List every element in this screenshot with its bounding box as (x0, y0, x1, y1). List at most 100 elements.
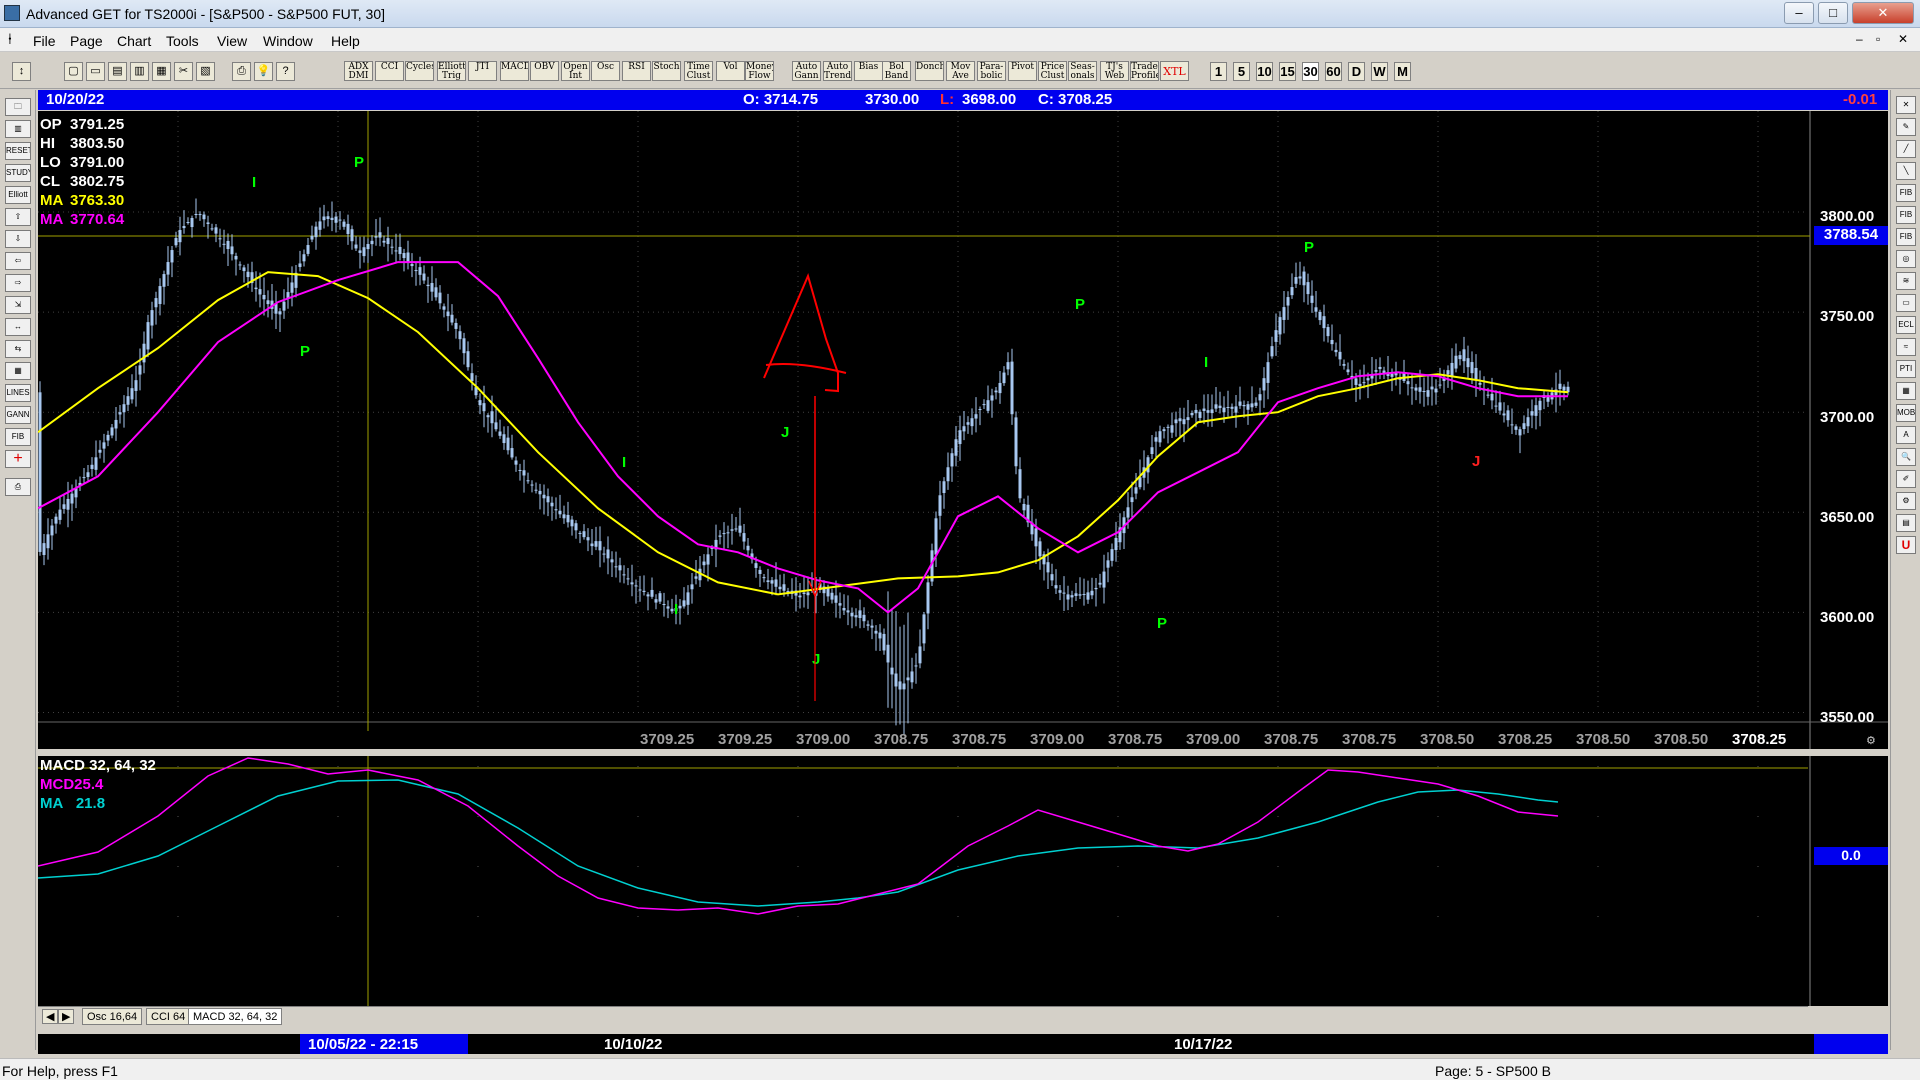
mob-icon[interactable]: MOB (1896, 404, 1916, 422)
toolbar-ind-6[interactable]: OBV (530, 61, 559, 81)
print-page-icon[interactable]: ⎙ (5, 478, 31, 496)
wave-icon[interactable]: ≈ (1896, 338, 1916, 356)
elliott-icon[interactable]: Elliott (5, 186, 31, 204)
mdi-restore-icon[interactable]: ▫ (1876, 32, 1880, 46)
magnify-icon[interactable]: 🔍 (1896, 448, 1916, 466)
tab-cci[interactable]: CCI 64 (146, 1008, 191, 1025)
eclips-icon[interactable]: ECL (1896, 316, 1916, 334)
save-icon[interactable]: ▤ (108, 62, 127, 81)
mdi-close-icon[interactable]: ✕ (1898, 32, 1908, 46)
maximize-button[interactable]: □ (1818, 2, 1848, 24)
menu-tools[interactable]: Tools (166, 33, 199, 49)
gann-icon[interactable]: GANN (5, 406, 31, 424)
grid2-icon[interactable]: ▦ (1896, 382, 1916, 400)
timeframe-10[interactable]: 10 (1256, 62, 1273, 81)
tab-scroll-left-icon[interactable]: ◀ (42, 1009, 59, 1024)
toolbar-ind-8[interactable]: Osc (591, 61, 620, 81)
open-icon[interactable]: ▭ (86, 62, 105, 81)
arrow-left-icon[interactable]: ⇦ (5, 252, 31, 270)
toolbar-ind-24[interactable]: TJ's Web (1100, 61, 1129, 81)
fib-icon[interactable]: FIB (5, 428, 31, 446)
toolbar-ind-12[interactable]: Vol (716, 61, 745, 81)
arrow-down-icon[interactable]: ⇩ (5, 230, 31, 248)
minimize-button[interactable]: – (1784, 2, 1814, 24)
pti-icon[interactable]: PTI (1896, 360, 1916, 378)
toolbar-ind-22[interactable]: Price Clust (1038, 61, 1067, 81)
toolbar-ind-21[interactable]: Pivot (1008, 61, 1037, 81)
diag-line-icon[interactable]: ╲ (1896, 162, 1916, 180)
magnet-icon[interactable]: U (1896, 536, 1916, 554)
reset-icon[interactable]: RESET (5, 142, 31, 160)
expand-icon[interactable]: ↔ (5, 318, 31, 336)
timeframe-15[interactable]: 15 (1279, 62, 1296, 81)
price-chart[interactable]: I P P I I J J P P I P J OP 3791.25 HI 3803.50 LO 3791.00… (37, 111, 1888, 749)
toolbar-ind-1[interactable]: CCI (375, 61, 404, 81)
toolbar-ind-20[interactable]: Para- bolic (977, 61, 1006, 81)
timeframe-M[interactable]: M (1394, 62, 1411, 81)
line-icon[interactable]: ╱ (1896, 140, 1916, 158)
toolbar-ind-19[interactable]: Mov Ave (946, 61, 975, 81)
grid-icon[interactable]: ▦ (152, 62, 171, 81)
mdi-minimize-icon[interactable]: – (1856, 32, 1863, 46)
fib-time-icon[interactable]: FIB (1896, 228, 1916, 246)
toolbar-ind-25[interactable]: Trade Profile (1130, 61, 1159, 81)
erase-icon[interactable]: ✐ (1896, 470, 1916, 488)
toolbar-ind-2[interactable]: Cycles (405, 61, 434, 81)
fib-ext-icon[interactable]: FIB (1896, 206, 1916, 224)
toolbar-ind-3[interactable]: Elliott Trig (437, 61, 466, 81)
menu-chart[interactable]: Chart (117, 33, 151, 49)
pen-icon[interactable]: ✎ (1896, 118, 1916, 136)
compress-icon[interactable]: ⇆ (5, 340, 31, 358)
paste-icon[interactable]: ▧ (196, 62, 215, 81)
toolbar-ind-11[interactable]: Time Clust (684, 61, 713, 81)
toolbar-ind-10[interactable]: Stoch (652, 61, 681, 81)
document-icon[interactable]: ⍿ (8, 31, 12, 48)
timeframe-60[interactable]: 60 (1325, 62, 1342, 81)
macd-panel[interactable]: MACD 32, 64, 32 MCD25.4 MA 21.8 0.0 (37, 756, 1888, 1006)
timeframe-30[interactable]: 30 (1302, 62, 1319, 81)
menu-page[interactable]: Page (70, 33, 103, 49)
tab-osc[interactable]: Osc 16,64 (82, 1008, 143, 1025)
menu-view[interactable]: View (217, 33, 247, 49)
cut-icon[interactable]: ✂ (174, 62, 193, 81)
table-icon[interactable]: ▦ (5, 362, 31, 380)
help-icon[interactable]: ? (276, 62, 295, 81)
toolbar-ind-14[interactable]: Auto Gann (792, 61, 821, 81)
zoom-in-icon[interactable]: ⇲ (5, 296, 31, 314)
timeframe-5[interactable]: 5 (1233, 62, 1250, 81)
toolbar-ind-0[interactable]: ADX DMI (344, 61, 373, 81)
bars-icon[interactable]: ▥ (5, 120, 31, 138)
ellipse-icon[interactable]: ◎ (1896, 250, 1916, 268)
rect-icon[interactable]: ▭ (1896, 294, 1916, 312)
toolbar-ind-5[interactable]: MACD (500, 61, 529, 81)
toolbar-ind-23[interactable]: Seas- onals (1068, 61, 1097, 81)
text-a-icon[interactable]: A (1896, 426, 1916, 444)
clip-icon[interactable]: ▤ (1896, 514, 1916, 532)
close-x-icon[interactable]: ✕ (1896, 96, 1916, 114)
toolbar-ind-15[interactable]: Auto Trend (823, 61, 852, 81)
folder-icon[interactable]: 🗀 (5, 98, 31, 116)
cursor-icon[interactable]: ↕ (12, 62, 31, 81)
toolbar-ind-7[interactable]: Open Int (561, 61, 590, 81)
toolbar-ind-18[interactable]: Donch (915, 61, 944, 81)
fan-icon[interactable]: ≋ (1896, 272, 1916, 290)
info-icon[interactable]: 💡 (254, 62, 273, 81)
menu-help[interactable]: Help (331, 33, 360, 49)
toolbar-ind-16[interactable]: Bias (854, 61, 883, 81)
toolbar-ind-4[interactable]: JTI (468, 61, 497, 81)
timeframe-W[interactable]: W (1371, 62, 1388, 81)
arrow-up-icon[interactable]: ⇧ (5, 208, 31, 226)
tab-scroll-right-icon[interactable]: ▶ (58, 1009, 75, 1024)
gear2-icon[interactable]: ⚙ (1896, 492, 1916, 510)
chart-settings-icon[interactable]: ⚙ (1866, 734, 1876, 747)
tab-macd[interactable]: MACD 32, 64, 32 (188, 1008, 283, 1025)
fib-ret-icon[interactable]: FIB (1896, 184, 1916, 202)
toolbar-ind-17[interactable]: Bol Band (882, 61, 911, 81)
toolbar-ind-26[interactable]: XTL (1160, 61, 1189, 81)
menu-file[interactable]: File (33, 33, 56, 49)
menu-window[interactable]: Window (263, 33, 313, 49)
timeframe-1[interactable]: 1 (1210, 62, 1227, 81)
copy-icon[interactable]: ▥ (130, 62, 149, 81)
crosshair-icon[interactable]: + (5, 450, 31, 468)
arrow-right-icon[interactable]: ⇨ (5, 274, 31, 292)
